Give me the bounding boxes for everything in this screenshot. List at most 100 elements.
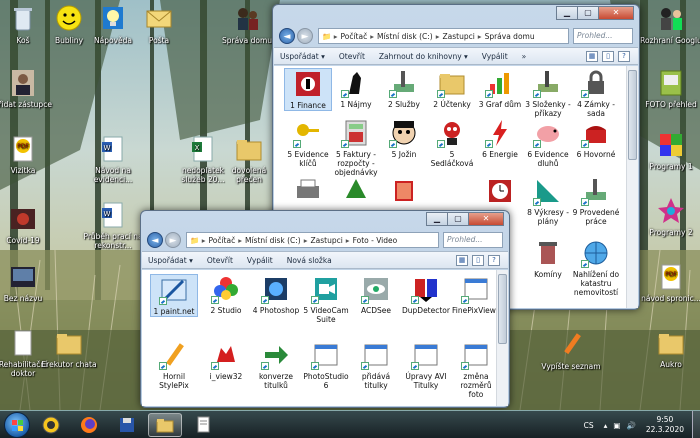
- file-item[interactable]: 6 Evidence dluhů: [524, 118, 572, 168]
- desktop-icon-posta[interactable]: Pošta: [128, 4, 190, 45]
- desktop-icon-vypiste-seznam[interactable]: Vypíšte seznam: [540, 330, 602, 371]
- more-button[interactable]: »: [522, 52, 527, 61]
- desktop-icon-pridat-zastupce[interactable]: Přidat zástupce: [0, 68, 54, 109]
- file-item[interactable]: 2 Účtenky: [428, 68, 476, 109]
- explorer-window-foto-video[interactable]: ▁ ▢ ✕ ◄ ► 📁 ▸ Počítač ▸ Místní disk (C:) ▸…: [140, 210, 510, 408]
- file-item[interactable]: Úpravy AVI Titulky: [402, 340, 450, 390]
- show-desktop-button[interactable]: [692, 411, 700, 438]
- open-button[interactable]: Otevřít: [207, 256, 233, 265]
- desktop-icon-aukro[interactable]: Aukro: [640, 328, 700, 369]
- network-icon[interactable]: ▣: [613, 421, 620, 430]
- file-item[interactable]: 9 Provedené práce: [572, 176, 620, 226]
- file-item[interactable]: PhotoStudio 6: [302, 340, 350, 390]
- breadcrumb-item[interactable]: Místní disk (C:): [245, 236, 301, 245]
- file-item[interactable]: 1 paint.net: [150, 274, 198, 317]
- file-item[interactable]: 4 Photoshop: [252, 274, 300, 315]
- start-button[interactable]: [4, 411, 30, 438]
- file-item[interactable]: ACDSee: [352, 274, 400, 315]
- taskbar-item-save[interactable]: [110, 413, 144, 437]
- breadcrumb-item[interactable]: Zastupci: [310, 236, 342, 245]
- file-item[interactable]: [332, 176, 380, 208]
- close-button[interactable]: ✕: [598, 6, 634, 20]
- open-button[interactable]: Otevřít: [339, 52, 365, 61]
- include-in-library-button[interactable]: Zahrnout do knihovny ▾: [379, 52, 468, 61]
- file-item[interactable]: [284, 176, 332, 208]
- file-item[interactable]: Nahlížení do katastru nemovitostí: [572, 238, 620, 297]
- back-button[interactable]: ◄: [147, 232, 163, 248]
- file-item[interactable]: Hornil StylePix: [150, 340, 198, 390]
- file-item[interactable]: FinePixViewer: [452, 274, 504, 315]
- language-indicator[interactable]: CS: [584, 421, 594, 430]
- file-item[interactable]: 5 VideoCam Suite: [302, 274, 350, 324]
- taskbar-item-firefox[interactable]: [72, 413, 106, 437]
- file-item[interactable]: 5 Jožin: [380, 118, 428, 159]
- file-item[interactable]: 1 Nájmy: [332, 68, 380, 109]
- desktop-icon-rozhrani-googlu[interactable]: Rozhraní Googlu: [640, 4, 700, 45]
- taskbar-item-document[interactable]: [186, 413, 220, 437]
- file-item[interactable]: [476, 176, 524, 208]
- desktop-icon-foto-prehled[interactable]: FOTO přehled: [640, 68, 700, 109]
- show-hidden-icons-icon[interactable]: ▴: [604, 421, 608, 430]
- help-icon[interactable]: ?: [488, 255, 500, 266]
- file-item[interactable]: přidává titulky: [352, 340, 400, 390]
- file-list[interactable]: 1 paint.net 2 Studio 4 Photoshop 5 Video…: [142, 270, 508, 406]
- search-input[interactable]: Prohled...: [443, 232, 503, 248]
- file-item[interactable]: 1 Finance: [284, 68, 332, 111]
- taskbar-item-app[interactable]: [34, 413, 68, 437]
- file-item[interactable]: [380, 176, 428, 208]
- breadcrumb-item[interactable]: Počítač: [341, 32, 368, 41]
- file-item[interactable]: i_view32: [202, 340, 250, 381]
- help-icon[interactable]: ?: [618, 51, 630, 62]
- file-item[interactable]: 6 Hovorné: [572, 118, 620, 159]
- taskbar-item-explorer[interactable]: [148, 412, 182, 437]
- maximize-button[interactable]: ▢: [577, 6, 599, 20]
- organize-button[interactable]: Uspořádat ▾: [280, 52, 325, 61]
- burn-button[interactable]: Vypálit: [482, 52, 508, 61]
- view-options-icon[interactable]: ▦: [456, 255, 468, 266]
- preview-pane-icon[interactable]: ▯: [472, 255, 484, 266]
- desktop-icon-sprava-domu[interactable]: Správa domu: [216, 4, 278, 45]
- scrollbar-thumb[interactable]: [498, 274, 507, 344]
- file-item[interactable]: 2 Studio: [202, 274, 250, 315]
- desktop-icon-bez-nazvu[interactable]: Bez názvu: [0, 262, 54, 303]
- vertical-scrollbar[interactable]: [626, 66, 638, 308]
- breadcrumb-item[interactable]: Foto - Video: [353, 236, 398, 245]
- vertical-scrollbar[interactable]: [496, 270, 508, 406]
- desktop-icon-dovolena[interactable]: dovolená přečen: [218, 134, 280, 184]
- breadcrumb-item[interactable]: Počítač: [209, 236, 236, 245]
- volume-icon[interactable]: 🔊: [626, 421, 635, 430]
- forward-button[interactable]: ►: [297, 28, 313, 44]
- breadcrumb-item[interactable]: Správa domu: [485, 32, 535, 41]
- file-item[interactable]: 8 Výkresy - plány: [524, 176, 572, 226]
- minimize-button[interactable]: ▁: [556, 6, 578, 20]
- scrollbar-thumb[interactable]: [628, 70, 637, 160]
- file-item[interactable]: 5 Sedláčková: [428, 118, 476, 168]
- forward-button[interactable]: ►: [165, 232, 181, 248]
- file-item[interactable]: konverze titulků: [252, 340, 300, 390]
- desktop-icon-programy-1[interactable]: Programy 1: [640, 130, 700, 171]
- address-bar[interactable]: 📁 ▸ Počítač ▸ Místní disk (C:) ▸ Zastupci ▸…: [186, 232, 439, 248]
- desktop-icon-erekutor[interactable]: Erekutor chata: [38, 328, 100, 369]
- breadcrumb-item[interactable]: Místní disk (C:): [377, 32, 433, 41]
- back-button[interactable]: ◄: [279, 28, 295, 44]
- desktop-icon-navod-spronic[interactable]: PDF návod spronic...: [640, 262, 700, 303]
- file-item[interactable]: 3 Graf dům: [476, 68, 524, 109]
- minimize-button[interactable]: ▁: [426, 212, 448, 226]
- file-item[interactable]: 4 Zámky - sada: [572, 68, 620, 118]
- file-item[interactable]: 5 Faktury - rozpočty - objednávky: [332, 118, 380, 177]
- file-item[interactable]: změna rozměrů foto: [452, 340, 500, 399]
- file-item[interactable]: 6 Energie: [476, 118, 524, 159]
- close-button[interactable]: ✕: [468, 212, 504, 226]
- desktop-icon-vizitka[interactable]: PDF Vizitka: [0, 134, 54, 175]
- address-bar[interactable]: 📁 ▸ Počítač ▸ Místní disk (C:) ▸ Zastupci ▸…: [318, 28, 569, 44]
- title-bar[interactable]: ▁ ▢ ✕: [273, 5, 639, 27]
- search-input[interactable]: Prohled...: [573, 28, 633, 44]
- file-item[interactable]: 5 Evidence klíčů: [284, 118, 332, 168]
- preview-pane-icon[interactable]: ▯: [602, 51, 614, 62]
- file-item[interactable]: DupDetector: [402, 274, 450, 315]
- new-folder-button[interactable]: Nová složka: [287, 256, 332, 265]
- burn-button[interactable]: Vypálit: [247, 256, 273, 265]
- view-options-icon[interactable]: ▦: [586, 51, 598, 62]
- desktop-icon-covid[interactable]: Covid-19: [0, 204, 54, 245]
- file-item[interactable]: 2 Služby: [380, 68, 428, 109]
